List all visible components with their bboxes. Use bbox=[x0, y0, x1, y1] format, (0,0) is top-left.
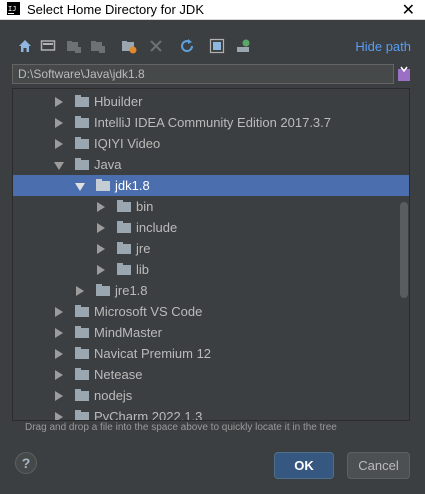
tree-row[interactable]: jre1.8 bbox=[13, 280, 409, 301]
tree-row[interactable]: Navicat Premium 12 bbox=[13, 343, 409, 364]
folder-icon bbox=[75, 368, 89, 380]
drag-drop-hint: Drag and drop a file into the space abov… bbox=[25, 422, 337, 433]
folder-icon bbox=[75, 116, 89, 128]
tree-row-label: IQIYI Video bbox=[94, 136, 161, 151]
ok-button[interactable]: OK bbox=[274, 452, 334, 479]
cancel-button[interactable]: Cancel bbox=[347, 452, 410, 479]
tree-row-label: Netease bbox=[94, 367, 143, 382]
folder-icon bbox=[117, 200, 131, 212]
tree-row[interactable]: IntelliJ IDEA Community Edition 2017.3.7 bbox=[13, 112, 409, 133]
expand-arrow-icon[interactable] bbox=[55, 370, 63, 380]
tree-row-label: include bbox=[136, 220, 178, 235]
tree-row-label: MindMaster bbox=[94, 325, 162, 340]
folder-icon bbox=[75, 95, 89, 107]
browse-path-icon[interactable] bbox=[397, 65, 411, 83]
tree-row-label: lib bbox=[136, 262, 150, 277]
delete-icon[interactable] bbox=[148, 38, 164, 54]
folder-icon bbox=[75, 305, 89, 317]
title-bar: IJ Select Home Directory for JDK ✕ bbox=[0, 0, 425, 20]
tree-row-label: Navicat Premium 12 bbox=[94, 346, 212, 361]
path-input[interactable]: D:\Software\Java\jdk1.8 bbox=[12, 64, 394, 84]
expand-arrow-icon[interactable] bbox=[55, 412, 63, 420]
folder-icon bbox=[75, 326, 89, 338]
tree-row[interactable]: nodejs bbox=[13, 385, 409, 406]
module-folder-icon[interactable] bbox=[90, 38, 106, 54]
tree-row-label: Hbuilder bbox=[94, 94, 143, 109]
expand-arrow-icon[interactable] bbox=[55, 349, 63, 359]
expand-arrow-icon[interactable] bbox=[76, 286, 84, 296]
tree-row[interactable]: Hbuilder bbox=[13, 91, 409, 112]
collapse-arrow-icon[interactable] bbox=[75, 183, 85, 191]
tree-row[interactable]: IQIYI Video bbox=[13, 133, 409, 154]
tree-row-label: jdk1.8 bbox=[115, 178, 150, 193]
folder-icon bbox=[117, 263, 131, 275]
tree-row[interactable]: lib bbox=[13, 259, 409, 280]
expand-arrow-icon[interactable] bbox=[55, 307, 63, 317]
connect-icon[interactable] bbox=[235, 38, 251, 54]
expand-arrow-icon[interactable] bbox=[97, 202, 105, 212]
tree-row-label: Microsoft VS Code bbox=[94, 304, 203, 319]
tree-row-label: Java bbox=[94, 157, 122, 172]
tree-row-label: jre1.8 bbox=[115, 283, 148, 298]
file-tree[interactable]: PyCharm 2022.1.3 nodejs Netease Navicat Pre… bbox=[12, 88, 410, 421]
expand-arrow-icon[interactable] bbox=[55, 118, 63, 128]
home-icon[interactable] bbox=[17, 38, 33, 54]
tree-row[interactable]: include bbox=[13, 217, 409, 238]
folder-icon bbox=[75, 158, 89, 170]
tree-row-label: IntelliJ IDEA Community Edition 2017.3.7 bbox=[94, 115, 332, 130]
new-folder-icon[interactable] bbox=[121, 38, 137, 54]
tree-row[interactable]: Microsoft VS Code bbox=[13, 301, 409, 322]
hide-path-link[interactable]: Hide path bbox=[355, 39, 411, 54]
folder-icon bbox=[117, 242, 131, 254]
tree-row[interactable]: Netease bbox=[13, 364, 409, 385]
expand-arrow-icon[interactable] bbox=[55, 391, 63, 401]
expand-arrow-icon[interactable] bbox=[55, 97, 63, 107]
project-folder-icon[interactable] bbox=[66, 38, 82, 54]
folder-icon bbox=[96, 284, 110, 296]
intellij-app-icon: IJ bbox=[7, 2, 20, 15]
tree-row-label: jre bbox=[136, 241, 151, 256]
expand-arrow-icon[interactable] bbox=[97, 265, 105, 275]
folder-icon bbox=[75, 347, 89, 359]
tree-row[interactable]: jdk1.8 bbox=[13, 175, 409, 196]
tree-row[interactable]: PyCharm 2022.1.3 bbox=[13, 406, 409, 421]
folder-icon bbox=[75, 389, 89, 401]
desktop-icon[interactable] bbox=[40, 38, 56, 54]
help-button[interactable]: ? bbox=[15, 452, 37, 474]
tree-row-label: bin bbox=[136, 199, 154, 214]
refresh-icon[interactable] bbox=[179, 38, 195, 54]
tree-row-label: nodejs bbox=[94, 388, 133, 403]
tree-row-label: PyCharm 2022.1.3 bbox=[94, 409, 203, 421]
tree-scrollbar[interactable] bbox=[400, 202, 408, 298]
tree-row[interactable]: MindMaster bbox=[13, 322, 409, 343]
folder-icon bbox=[96, 179, 110, 191]
tree-row[interactable]: jre bbox=[13, 238, 409, 259]
folder-icon bbox=[117, 221, 131, 233]
show-hidden-icon[interactable] bbox=[209, 38, 225, 54]
expand-arrow-icon[interactable] bbox=[97, 244, 105, 254]
close-icon[interactable]: ✕ bbox=[402, 0, 415, 20]
folder-icon bbox=[75, 137, 89, 149]
collapse-arrow-icon[interactable] bbox=[54, 162, 64, 170]
tree-row[interactable]: Java bbox=[13, 154, 409, 175]
folder-icon bbox=[75, 410, 89, 420]
window-title: Select Home Directory for JDK bbox=[27, 2, 204, 17]
expand-arrow-icon[interactable] bbox=[55, 139, 63, 149]
tree-row[interactable]: bin bbox=[13, 196, 409, 217]
expand-arrow-icon[interactable] bbox=[97, 223, 105, 233]
expand-arrow-icon[interactable] bbox=[55, 328, 63, 338]
